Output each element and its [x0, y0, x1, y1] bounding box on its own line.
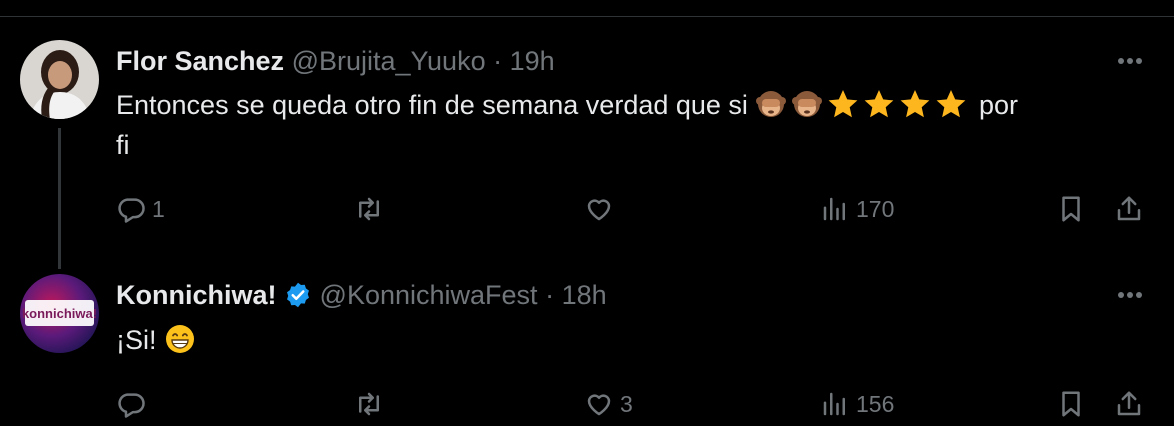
share-icon [1117, 391, 1141, 416]
timestamp[interactable]: 19h [510, 46, 555, 76]
tweet-actions: 3 156 [0, 384, 1174, 424]
more-options-button[interactable] [1112, 278, 1148, 312]
like-count: 3 [620, 390, 633, 417]
reply-button[interactable] [116, 384, 152, 424]
tweet-text-main: ¡Si! [116, 325, 157, 355]
share-icon [1117, 196, 1141, 221]
views-icon [823, 392, 845, 416]
share-button[interactable] [1114, 384, 1144, 424]
reply-icon [118, 393, 145, 418]
tweet-text-main: Entonces se queda otro fin de semana ver… [116, 90, 748, 120]
timestamp[interactable]: 18h [562, 280, 607, 310]
more-options-button[interactable] [1112, 44, 1148, 78]
bookmark-icon [1062, 391, 1080, 417]
tweet-text-tail: por [978, 90, 1018, 120]
verified-badge-icon [287, 282, 309, 308]
avatar-logo-text: konnichiwa! [22, 306, 97, 321]
star-icon [865, 90, 894, 118]
tweet-text: Entonces se queda otro fin de semana ver… [116, 85, 1146, 165]
reply-icon [118, 198, 145, 223]
tweet-text: ¡Si! [116, 320, 1146, 360]
share-button[interactable] [1114, 189, 1144, 229]
like-button[interactable] [584, 189, 620, 229]
reply-count: 1 [152, 195, 165, 222]
repost-button[interactable] [354, 384, 390, 424]
thread-connector-line [58, 128, 61, 269]
bookmark-button[interactable] [1056, 189, 1086, 229]
bookmark-button[interactable] [1056, 384, 1086, 424]
views-count: 170 [856, 195, 895, 222]
views-button[interactable]: 170 [820, 189, 894, 229]
tweet-actions: 1 170 [0, 189, 1174, 229]
views-count: 156 [856, 390, 895, 417]
reply-button[interactable]: 1 [116, 189, 165, 229]
bookmark-icon [1062, 196, 1080, 222]
avatar[interactable] [20, 40, 99, 119]
tweet-header: Flor Sanchez @Brujita_Yuuko · 19h [116, 44, 555, 78]
views-icon [823, 197, 845, 221]
top-divider [0, 16, 1174, 17]
star-icon [937, 90, 966, 118]
separator: · [493, 46, 503, 76]
tweet-header: Konnichiwa! @KonnichiwaFest · 18h [116, 278, 607, 312]
see-no-evil-monkey-icon [792, 91, 823, 117]
repost-button[interactable] [354, 189, 390, 229]
more-icon [1118, 292, 1142, 298]
avatar[interactable]: konnichiwa! [20, 274, 99, 353]
handle[interactable]: @KonnichiwaFest [320, 280, 538, 310]
heart-icon [587, 394, 611, 416]
grinning-face-icon [166, 325, 195, 353]
see-no-evil-monkey-icon [756, 91, 787, 117]
star-icon [901, 90, 930, 118]
separator: · [545, 280, 555, 310]
repost-icon [359, 392, 379, 416]
like-button[interactable]: 3 [584, 384, 633, 424]
display-name[interactable]: Konnichiwa! [116, 280, 277, 310]
display-name[interactable]: Flor Sanchez [116, 46, 284, 76]
handle[interactable]: @Brujita_Yuuko [292, 46, 486, 76]
more-icon [1118, 58, 1142, 64]
repost-icon [359, 197, 379, 221]
heart-icon [587, 199, 611, 221]
views-button[interactable]: 156 [820, 384, 894, 424]
tweet-text-wrap: fi [116, 130, 130, 160]
star-icon [829, 90, 858, 118]
